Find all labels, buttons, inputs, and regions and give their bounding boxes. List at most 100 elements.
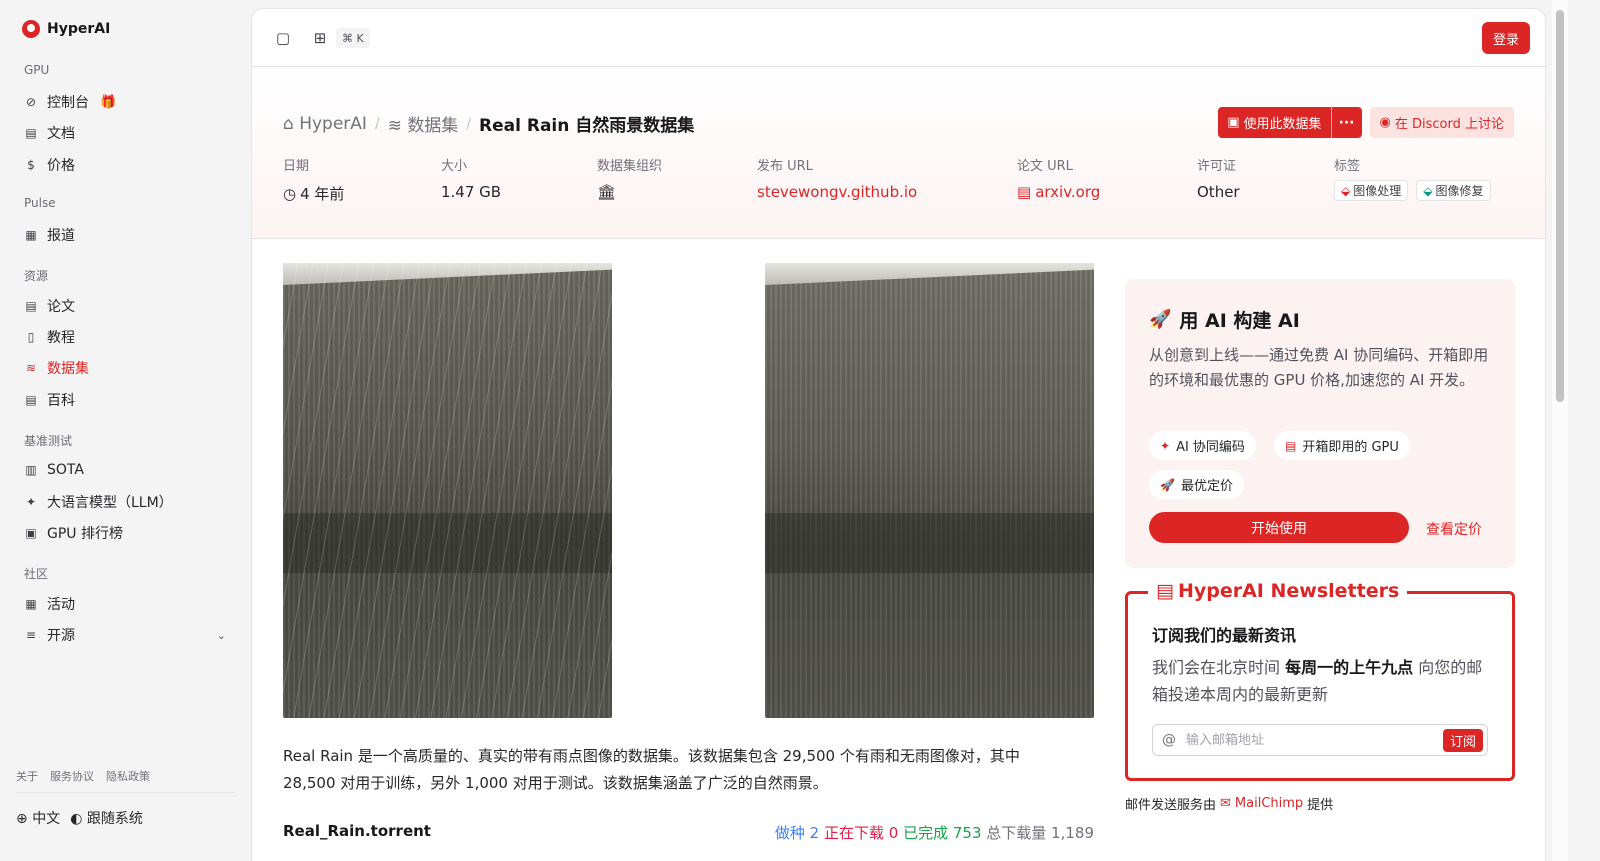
globe-icon: ⊕ — [16, 811, 28, 827]
database-icon: ≋ — [25, 361, 37, 375]
meta-size: 大小 1.47 GB — [441, 155, 501, 201]
provider-text-before: 邮件发送服务由 — [1125, 798, 1217, 813]
meta-value: 1.47 GB — [441, 183, 502, 201]
meta-label: 数据集组织 — [597, 159, 663, 174]
paper-icon: ▤ — [25, 299, 37, 313]
tag-label: 图像修复 — [1435, 184, 1484, 198]
sidebar-item-sota[interactable]: ▥ SOTA — [24, 456, 234, 484]
section-gpu: GPU — [24, 63, 50, 77]
sparkle-icon: ✦ — [25, 495, 37, 509]
tag-image-restoration[interactable]: ⬙ 图像修复 — [1416, 180, 1491, 201]
torrent-filename[interactable]: Real_Rain.torrent — [283, 822, 431, 840]
sidebar-toggle-icon[interactable]: ▢ — [273, 28, 293, 48]
meta-license: 许可证 Other — [1197, 155, 1240, 201]
rocket-icon: 🚀 — [1149, 309, 1172, 330]
meta-value: 4 年前 — [300, 185, 345, 203]
wall-band — [765, 513, 1094, 573]
discord-label: 在 Discord 上讨论 — [1394, 117, 1504, 132]
meta-label: 日期 — [283, 159, 310, 174]
rainy-image — [283, 263, 612, 718]
meta-organization: 数据集组织 🏛 — [597, 155, 662, 201]
mailchimp-link[interactable]: MailChimp — [1235, 796, 1303, 811]
language-switcher[interactable]: ⊕ 中文 — [16, 808, 60, 828]
tag-image-processing[interactable]: ⬙ 图像处理 — [1334, 180, 1409, 201]
breadcrumb-separator: / — [374, 115, 380, 132]
dataset-header: ⌂ HyperAI / ≋ 数据集 / Real Rain 自然雨景数据集 ▣ 使… — [252, 67, 1545, 239]
sidebar-item-label: 大语言模型（LLM） — [47, 495, 173, 511]
sparkle-icon: ✦ — [1160, 438, 1171, 453]
sidebar-item-papers[interactable]: ▤ 论文 — [24, 292, 234, 320]
email-input[interactable] — [1186, 732, 1443, 748]
newsletter-text-before: 我们会在北京时间 — [1152, 658, 1286, 677]
page-title: Real Rain 自然雨景数据集 — [479, 116, 695, 136]
gauge-icon: ⊘ — [25, 95, 37, 109]
command-shortcut[interactable]: ⌘ K — [336, 28, 370, 48]
meta-release-url: 发布 URL stevewongv.github.io — [757, 155, 917, 201]
login-button[interactable]: 登录 — [1482, 22, 1530, 54]
language-label: 中文 — [32, 811, 61, 827]
book-icon: ▤ — [25, 126, 37, 140]
breadcrumb-home[interactable]: ⌂ HyperAI — [283, 114, 367, 134]
newsletter-title: ▤ HyperAI Newsletters — [1148, 580, 1408, 602]
sidebar-item-tutorials[interactable]: ▯ 教程 — [24, 323, 234, 351]
footer-divider — [16, 792, 234, 793]
breadcrumb-separator: / — [466, 115, 472, 132]
about-link[interactable]: 关于 — [16, 768, 38, 784]
sidebar-item-console[interactable]: ⊘ 控制台 🎁 — [24, 88, 234, 116]
bar-chart-icon: ▥ — [25, 463, 37, 477]
menu-icon: ≡ — [25, 628, 37, 642]
use-dataset-button[interactable]: ▣ 使用此数据集 — [1218, 107, 1331, 138]
gift-icon: 🎁 — [100, 94, 117, 110]
scrollbar-thumb[interactable] — [1556, 10, 1564, 402]
home-icon: ⌂ — [283, 113, 294, 134]
get-started-button[interactable]: 开始使用 — [1149, 512, 1409, 543]
privacy-link[interactable]: 隐私政策 — [106, 768, 150, 784]
brand-logo-link[interactable]: HyperAI — [22, 20, 110, 38]
sidebar-item-docs[interactable]: ▤ 文档 — [24, 119, 234, 147]
sidebar-item-label: 文档 — [47, 126, 75, 142]
sidebar-item-llm[interactable]: ✦ 大语言模型（LLM） — [24, 488, 234, 516]
chip-best-price: 🚀 最优定价 — [1149, 470, 1244, 499]
torrent-stats: 做种 2 正在下载 0 已完成 753 总下载量 1,189 — [752, 822, 1094, 843]
sidebar-item-label: 报道 — [47, 228, 75, 244]
release-url-link[interactable]: stevewongv.github.io — [757, 183, 917, 201]
sidebar-item-wiki[interactable]: ▤ 百科 — [24, 386, 234, 414]
email-field: @ 订阅 — [1152, 724, 1488, 756]
terms-link[interactable]: 服务协议 — [50, 768, 94, 784]
wiki-icon: ▤ — [25, 393, 37, 407]
completed-count: 已完成 753 — [903, 824, 982, 842]
institution-icon[interactable]: 🏛 — [597, 183, 616, 201]
dataset-actions: ▣ 使用此数据集 ··· ◉ 在 Discord 上讨论 — [1218, 107, 1514, 138]
sidebar-item-gpu-leaderboard[interactable]: ▣ GPU 排行榜 — [24, 519, 234, 547]
hyperai-logo-icon — [22, 20, 40, 38]
breadcrumb-datasets[interactable]: ≋ 数据集 — [388, 111, 459, 136]
sidebar-item-pricing[interactable]: $ 价格 — [24, 151, 234, 179]
mail-provider-note: 邮件发送服务由 ✉ MailChimp 提供 — [1125, 794, 1333, 813]
apps-icon[interactable]: ⊞ — [310, 28, 330, 48]
subscribe-button[interactable]: 订阅 — [1442, 728, 1483, 752]
chip-label: 开箱即用的 GPU — [1302, 440, 1399, 455]
seeding-count: 做种 2 — [774, 824, 820, 842]
chip-label: 最优定价 — [1180, 479, 1233, 494]
newsletter-text: 我们会在北京时间 每周一的上午九点 向您的邮箱投递本周内的最新更新 — [1152, 654, 1497, 708]
newsletter-schedule: 每周一的上午九点 — [1285, 658, 1414, 677]
meta-value: Other — [1197, 183, 1240, 201]
sidebar-item-news[interactable]: ▦ 报道 — [24, 221, 234, 249]
ai-card-title-text: 用 AI 构建 AI — [1179, 310, 1300, 332]
dollar-icon: $ — [27, 158, 35, 172]
sidebar-item-datasets[interactable]: ≋ 数据集 — [24, 354, 234, 382]
paper-url-label: arxiv.org — [1035, 183, 1101, 201]
view-pricing-link[interactable]: 查看定价 — [1426, 519, 1482, 539]
discord-button[interactable]: ◉ 在 Discord 上讨论 — [1369, 107, 1514, 138]
meta-label: 大小 — [441, 159, 468, 174]
theme-switcher[interactable]: ◐ 跟随系统 — [70, 808, 143, 828]
railing-shape — [765, 263, 1094, 285]
clean-image — [765, 263, 1094, 718]
more-options-button[interactable]: ··· — [1330, 107, 1362, 138]
sidebar-item-events[interactable]: ▦ 活动 — [24, 590, 234, 618]
newspaper-icon: ▤ — [1156, 580, 1174, 602]
use-dataset-group: ▣ 使用此数据集 ··· — [1218, 107, 1362, 138]
paper-url-link[interactable]: ▤ arxiv.org — [1017, 183, 1100, 201]
meta-label: 许可证 — [1197, 159, 1237, 174]
sidebar-item-open-source[interactable]: ≡ 开源 ⌄ — [24, 621, 234, 649]
